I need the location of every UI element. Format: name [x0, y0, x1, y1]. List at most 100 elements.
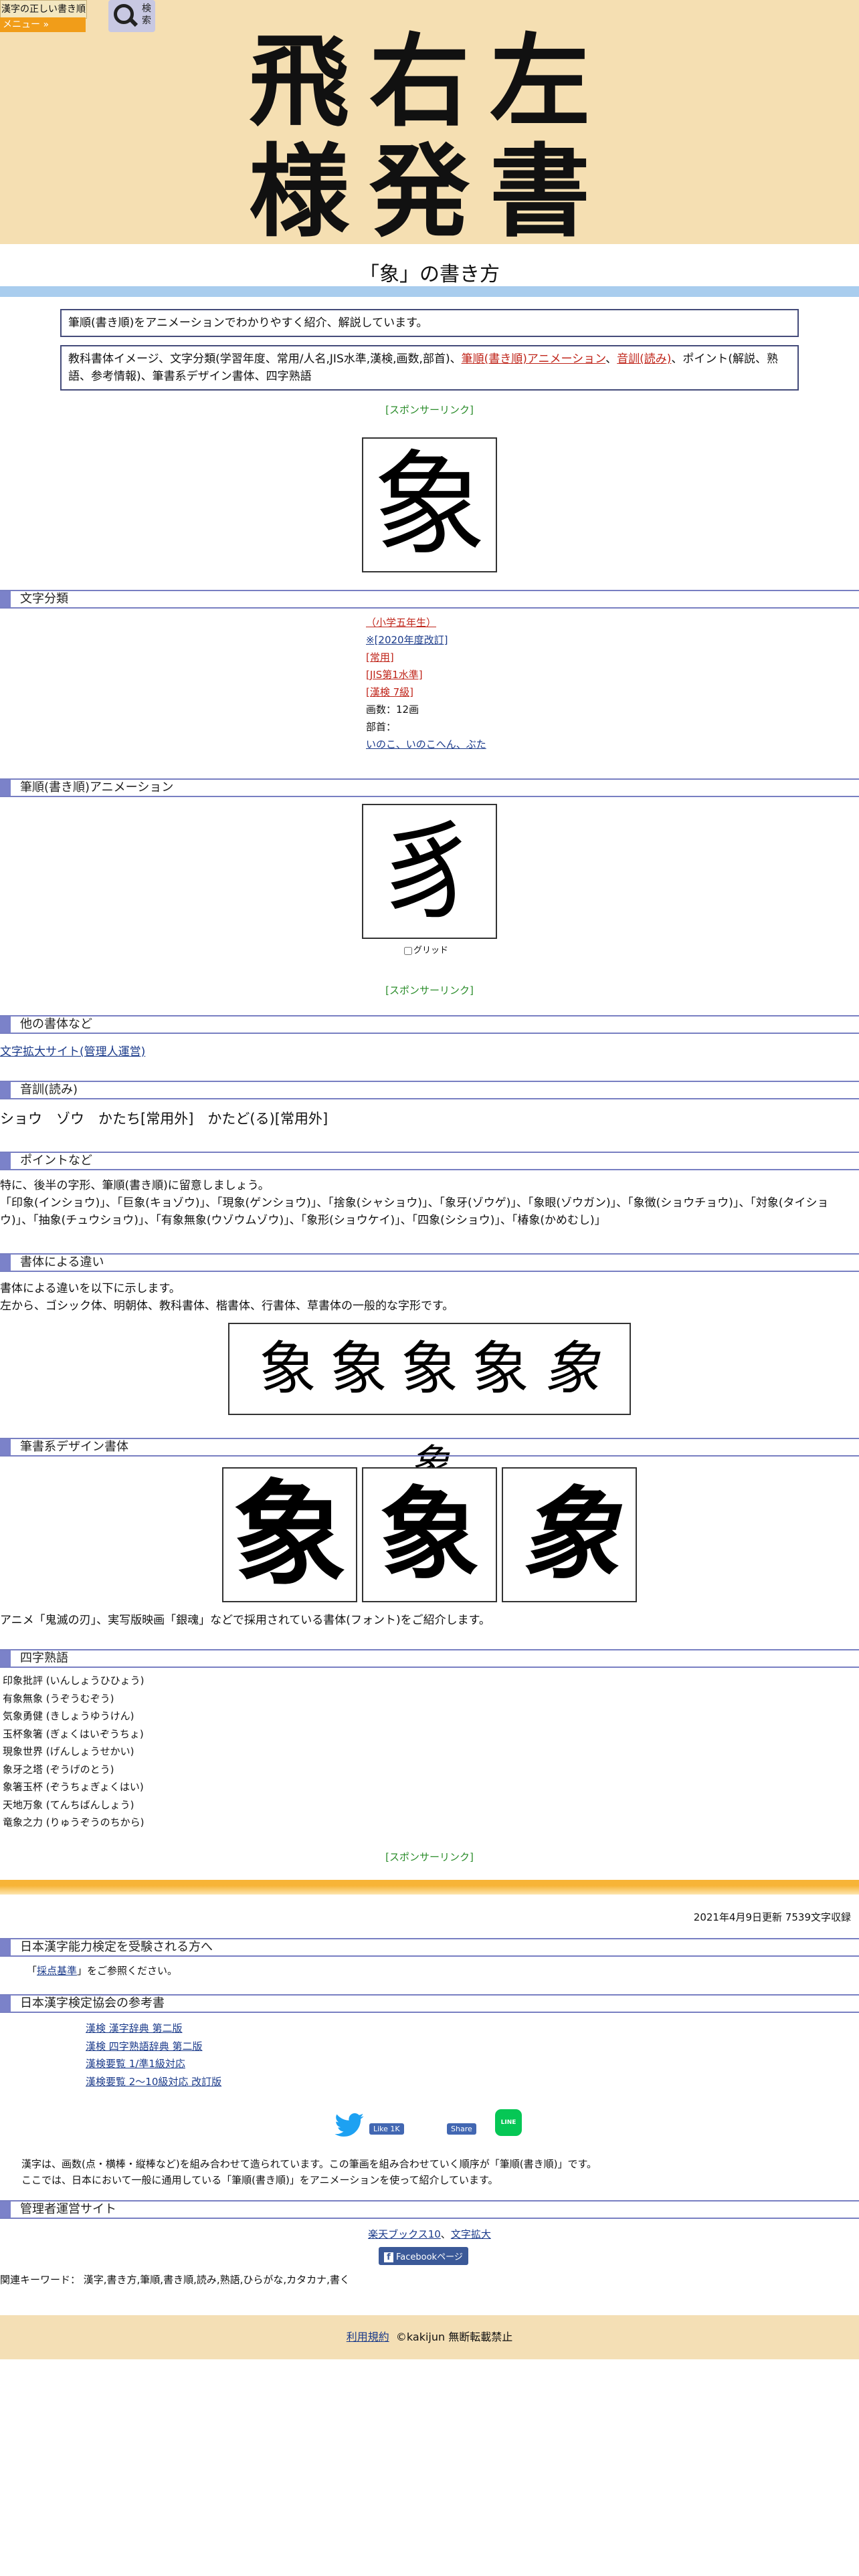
site-logo[interactable]: 漢字の正しい書き順(筆順) — [0, 0, 87, 32]
section-title: 管理者運営サイト — [20, 2202, 116, 2216]
grid-checkbox[interactable] — [404, 946, 412, 955]
brush-sample-2: 象 — [362, 1467, 497, 1602]
hero-title[interactable]: 飛右左 様発書 — [0, 27, 859, 247]
facebook-page-label: Facebookページ — [396, 2252, 463, 2262]
scoring-link[interactable]: 採点基準 — [37, 1965, 77, 1977]
intro-link-animation[interactable]: 筆順(書き順)アニメーション — [462, 352, 606, 366]
copyright: ©kakijun 無断転載禁止 — [395, 2331, 513, 2343]
enlarge-site-link[interactable]: 文字拡大サイト(管理人運営) — [0, 1045, 145, 1059]
twitter-share[interactable] — [335, 2113, 364, 2140]
intro-sep: 、 — [605, 352, 617, 366]
grade-link[interactable]: （小学五年生） — [366, 614, 486, 631]
title-divider — [0, 286, 859, 297]
enlarge-link[interactable]: 文字拡大 — [451, 2228, 491, 2240]
ref-book-link[interactable]: 漢検要覧 2～10級対応 改訂版 — [86, 2076, 221, 2088]
kanken-link[interactable]: [漢検 7級] — [366, 683, 486, 701]
related-keywords: 関連キーワード： 漢字,書き方,筆順,書き順,読み,熟語,ひらがな,カタカナ,書… — [0, 2274, 350, 2286]
mincho-sample: 象 — [330, 1335, 387, 1402]
admin-links: 楽天ブックス10、文字拡大 — [368, 2228, 491, 2240]
section-title: 日本漢字検定協会の参考書 — [20, 1996, 165, 2010]
section-title: 日本漢字能力検定を受験される方へ — [20, 1940, 213, 1954]
section-title: 筆順(書き順)アニメーション — [20, 780, 174, 794]
section-marker — [0, 1650, 11, 1667]
jis-link[interactable]: [JIS第1水準] — [366, 666, 486, 683]
notice-1: 漢字は、画数(点・横棒・縦棒など)を組み合わせて造られています。この筆画を組み合… — [21, 2158, 597, 2170]
facebook-like[interactable]: Like 1K — [369, 2121, 404, 2148]
section-kentei: 日本漢字能力検定を受験される方へ — [0, 1938, 859, 1957]
twitter-icon — [335, 2113, 364, 2137]
section-marker — [0, 1153, 11, 1169]
sponsor-link-3[interactable]: [スポンサーリンク] — [0, 1850, 859, 1864]
reading-text: ショウ ゾウ かたち[常用外] かたど(る)[常用外] — [0, 1111, 328, 1127]
section-marker — [0, 1016, 11, 1033]
section-classification: 文字分類 — [0, 590, 859, 609]
page-title: 「象」の書き方 — [359, 263, 500, 286]
section-marker — [0, 1939, 11, 1955]
rakuten-link[interactable]: 楽天ブックス10 — [368, 2228, 441, 2240]
intro-line1: 筆順(書き順)をアニメーションでわかりやすく紹介、解説しています。 — [68, 316, 428, 330]
section-brush-design: 筆書系デザイン書体 — [0, 1438, 859, 1457]
section-admin: 管理者運営サイト — [0, 2200, 859, 2219]
share-button[interactable]: Share — [447, 2123, 476, 2135]
font-diff-text1: 書体による違いを以下に示します。 — [0, 1282, 181, 1295]
facebook-share[interactable]: Share — [447, 2121, 476, 2148]
section-points: ポイントなど — [0, 1152, 859, 1170]
yoji-item: 気象勇健 (きしょうゆうけん) — [3, 1710, 134, 1722]
section-animation: 筆順(書き順)アニメーション — [0, 778, 859, 797]
radical-link[interactable]: いのこ、いのこへん、ぶた — [366, 736, 486, 753]
yoji-item: 天地万象 (てんちばんしょう) — [3, 1798, 134, 1811]
section-title: 音訓(読み) — [20, 1083, 78, 1097]
sponsor-link-2[interactable]: [スポンサーリンク] — [0, 983, 859, 997]
intro-link-reading[interactable]: 音訓(読み) — [617, 352, 671, 366]
yoji-list: 印象批評 (いんしょうひひょう) 有象無象 (うぞうむぞう) 気象勇健 (きしょ… — [3, 1672, 144, 1832]
intro-box-2: 教科書体イメージ、文字分類(学習年度、常用/人名,JIS水準,漢検,画数,部首)… — [60, 345, 799, 391]
stroke-count: 画数：12画 — [366, 704, 419, 716]
section-kentei-ref: 日本漢字検定協会の参考書 — [0, 1994, 859, 2013]
yoji-item: 印象批評 (いんしょうひひょう) — [3, 1675, 145, 1687]
ref-books-list: 漢検 漢字辞典 第二版 漢検 四字熟語辞典 第二版 漢検要覧 1/準1級対応 漢… — [86, 2020, 221, 2090]
section-marker — [0, 780, 11, 796]
section-title: 文字分類 — [20, 592, 68, 606]
notice-2: ここでは、日本において一般に通用している「筆順(書き順)」をアニメーションを使っ… — [21, 2174, 498, 2186]
facebook-page-button[interactable]: f Facebookページ — [379, 2247, 468, 2265]
ref-book-link[interactable]: 漢検 四字熟語辞典 第二版 — [86, 2040, 203, 2052]
joyo-link[interactable]: [常用] — [366, 649, 486, 666]
section-font-diff: 書体による違い — [0, 1253, 859, 1272]
brush-sample-1: 象 — [222, 1467, 357, 1602]
gyosho-sample: 象 — [543, 1335, 600, 1402]
facebook-icon: f — [384, 2252, 393, 2262]
font-diff-text2: 左から、ゴシック体、明朝体、教科書体、楷書体、行書体、草書体の一般的な字形です。 — [0, 1299, 454, 1313]
classification-list: （小学五年生） ※[2020年度改訂] [常用] [JIS第1水準] [漢検 7… — [366, 614, 486, 753]
terms-link[interactable]: 利用規約 — [347, 2331, 389, 2343]
grid-label: グリッド — [413, 946, 449, 956]
section-title: 四字熟語 — [20, 1651, 68, 1665]
gothic-sample: 象 — [259, 1335, 316, 1402]
kaisho-sample: 象 — [472, 1335, 529, 1402]
like-button[interactable]: Like 1K — [369, 2123, 404, 2135]
section-marker — [0, 591, 11, 607]
footer: 利用規約 ©kakijun 無断転載禁止 — [0, 2315, 859, 2359]
search-label: 検索 — [142, 3, 151, 26]
yoji-item: 象箸玉杯 (ぞうちょぎょくはい) — [3, 1781, 144, 1793]
line-share[interactable]: LINE — [495, 2109, 522, 2136]
kentei-text-a: 「 — [27, 1965, 37, 1977]
intro-box-1: 筆順(書き順)をアニメーションでわかりやすく紹介、解説しています。 — [60, 309, 799, 337]
updated-date: 2021年4月9日更新 7539文字収録 — [693, 1911, 851, 1923]
grid-toggle[interactable]: グリッド — [404, 943, 448, 956]
ref-book-link[interactable]: 漢検 漢字辞典 第二版 — [86, 2022, 183, 2034]
yoji-item: 玉杯象箸 (ぎょくはいぞうちょ) — [3, 1727, 144, 1740]
brush-caption: アニメ「鬼滅の刃」、実写版映画「銀魂」などで採用されている書体(フォント)をご紹… — [0, 1614, 490, 1627]
textbook-sample: 象 — [401, 1335, 458, 1402]
sponsor-link[interactable]: [スポンサーリンク] — [0, 403, 859, 417]
yoji-item: 現象世界 (げんしょうせかい) — [3, 1745, 134, 1757]
line-icon: LINE — [495, 2109, 522, 2136]
section-marker — [0, 1255, 11, 1271]
revision-link[interactable]: ※[2020年度改訂] — [366, 631, 486, 649]
ref-book-link[interactable]: 漢検要覧 1/準1級対応 — [86, 2058, 185, 2070]
kentei-text-b: 」をご参照ください。 — [77, 1965, 178, 1977]
font-comparison-image: 象象象象象象 — [228, 1323, 631, 1488]
section-reading: 音訓(読み) — [0, 1081, 859, 1099]
section-yoji: 四字熟語 — [0, 1649, 859, 1668]
section-title: 筆書系デザイン書体 — [20, 1440, 128, 1454]
yoji-item: 竜象之力 (りゅうぞうのちから) — [3, 1816, 145, 1828]
